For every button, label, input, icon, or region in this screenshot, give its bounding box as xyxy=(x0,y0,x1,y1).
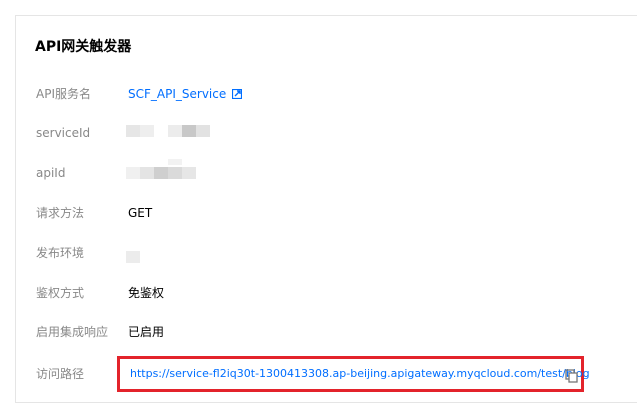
integration-response-label: 启用集成响应 xyxy=(36,325,109,339)
field-row-auth: 鉴权方式 免鉴权 xyxy=(0,283,637,303)
auth-value: 免鉴权 xyxy=(128,286,165,300)
field-row-method: 请求方法 GET xyxy=(0,203,637,223)
field-row-integration-response: 启用集成响应 已启用 xyxy=(0,322,637,342)
environment-label: 发布环境 xyxy=(36,246,85,260)
field-row-api-id: apiId xyxy=(0,159,637,183)
access-path-highlight: https://service-fl2iq30t-1300413308.ap-b… xyxy=(117,356,590,392)
service-name-label: API服务名 xyxy=(36,87,91,101)
auth-label: 鉴权方式 xyxy=(36,286,85,300)
field-row-service-id: serviceId xyxy=(0,123,637,143)
access-path-label: 访问路径 xyxy=(36,367,85,381)
field-row-environment: 发布环境 xyxy=(0,243,637,263)
field-row-service-name: API服务名 SCF_API_Service xyxy=(0,84,637,104)
method-label: 请求方法 xyxy=(36,206,85,220)
integration-response-value: 已启用 xyxy=(128,325,165,339)
section-title: API网关触发器 xyxy=(35,39,132,55)
external-link-icon[interactable] xyxy=(232,85,243,100)
service-name-value-wrap: SCF_API_Service xyxy=(128,84,243,104)
service-id-label: serviceId xyxy=(36,126,91,140)
service-name-link[interactable]: SCF_API_Service xyxy=(128,87,226,101)
copy-icon[interactable] xyxy=(565,368,579,383)
access-path-link[interactable]: https://service-fl2iq30t-1300413308.ap-b… xyxy=(130,359,590,389)
method-value: GET xyxy=(128,206,153,220)
api-id-label: apiId xyxy=(36,166,66,180)
